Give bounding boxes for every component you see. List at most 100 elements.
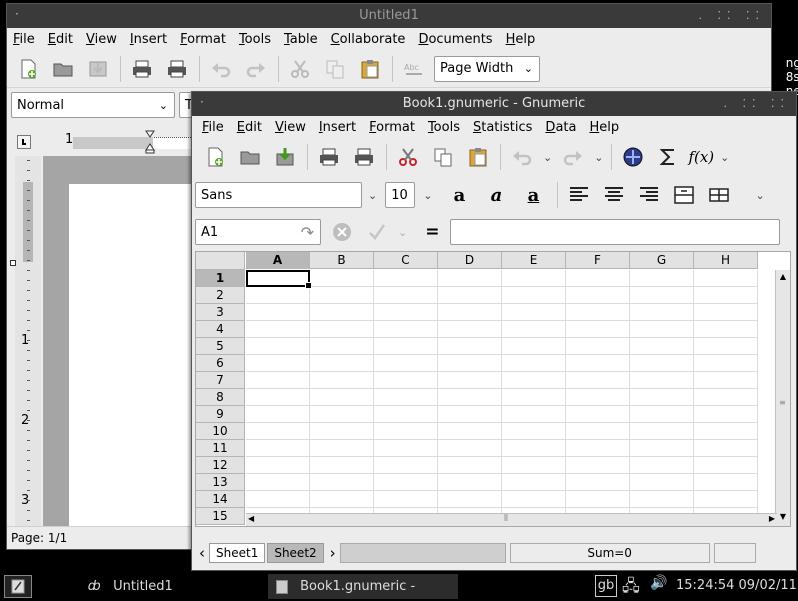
cell-d1[interactable]: [438, 270, 502, 287]
cell-a7[interactable]: [246, 372, 310, 389]
cell-d5[interactable]: [438, 338, 502, 355]
save-icon[interactable]: [270, 143, 300, 171]
cell-h9[interactable]: [694, 406, 758, 423]
bold-icon[interactable]: a: [444, 181, 474, 209]
clock[interactable]: 15:24:54 09/02/11: [676, 578, 797, 593]
cell-g4[interactable]: [630, 321, 694, 338]
abi-menu-insert[interactable]: Insert: [130, 32, 167, 47]
copy-icon[interactable]: [320, 55, 350, 83]
window-controls-icon[interactable]: . ⁚⁚ ⁚⁚: [724, 92, 790, 116]
row-header-7[interactable]: 7: [196, 372, 245, 389]
cell-h7[interactable]: [694, 372, 758, 389]
cell-h12[interactable]: [694, 457, 758, 474]
open-folder-icon[interactable]: [48, 55, 78, 83]
gnu-menu-edit[interactable]: Edit: [237, 120, 262, 135]
chevron-down-icon[interactable]: ⌄: [543, 151, 552, 164]
cell-f11[interactable]: [566, 440, 630, 457]
cell-a8[interactable]: [246, 389, 310, 406]
cell-a2[interactable]: [246, 287, 310, 304]
cell-h3[interactable]: [694, 304, 758, 321]
cell-d2[interactable]: [438, 287, 502, 304]
abi-menu-collaborate[interactable]: Collaborate: [331, 32, 406, 47]
cell-h14[interactable]: [694, 491, 758, 508]
cut-icon[interactable]: [393, 143, 423, 171]
gnu-menu-format[interactable]: Format: [369, 120, 415, 135]
cell-h2[interactable]: [694, 287, 758, 304]
cell-c1[interactable]: [374, 270, 438, 287]
cell-b4[interactable]: [310, 321, 374, 338]
chevron-down-icon[interactable]: ⌄: [594, 151, 603, 164]
cell-a5[interactable]: [246, 338, 310, 355]
print-preview-icon[interactable]: [162, 55, 192, 83]
cell-g12[interactable]: [630, 457, 694, 474]
cell-d12[interactable]: [438, 457, 502, 474]
row-header-13[interactable]: 13: [196, 474, 245, 491]
window-menu-icon[interactable]: ·: [200, 94, 204, 110]
print-icon[interactable]: [127, 55, 157, 83]
cell-c10[interactable]: [374, 423, 438, 440]
cell-b1[interactable]: [310, 270, 374, 287]
cell-b7[interactable]: [310, 372, 374, 389]
cell-c6[interactable]: [374, 355, 438, 372]
cell-g1[interactable]: [630, 270, 694, 287]
cell-b11[interactable]: [310, 440, 374, 457]
document-page[interactable]: [69, 184, 209, 529]
row-header-15[interactable]: 15: [196, 508, 245, 525]
cell-f9[interactable]: [566, 406, 630, 423]
scroll-up-icon[interactable]: ▲: [777, 272, 789, 286]
undo-icon[interactable]: [206, 55, 236, 83]
cell-h4[interactable]: [694, 321, 758, 338]
cell-f6[interactable]: [566, 355, 630, 372]
column-header-e[interactable]: E: [502, 252, 566, 269]
cell-e11[interactable]: [502, 440, 566, 457]
window-controls-icon[interactable]: . ⁚⁚ ⁚⁚: [699, 4, 765, 28]
cell-d11[interactable]: [438, 440, 502, 457]
cell-d14[interactable]: [438, 491, 502, 508]
merge-cells-icon[interactable]: [669, 181, 699, 209]
scroll-left-icon[interactable]: ◀: [248, 514, 254, 523]
chevron-down-icon[interactable]: ⌄: [398, 226, 407, 239]
cell-g9[interactable]: [630, 406, 694, 423]
cell-b14[interactable]: [310, 491, 374, 508]
cell-e10[interactable]: [502, 423, 566, 440]
row-header-12[interactable]: 12: [196, 457, 245, 474]
cell-f13[interactable]: [566, 474, 630, 491]
cell-b6[interactable]: [310, 355, 374, 372]
scroll-right-icon[interactable]: ▶: [769, 514, 775, 523]
cell-f2[interactable]: [566, 287, 630, 304]
cell-d10[interactable]: [438, 423, 502, 440]
scroll-grip-icon[interactable]: ⦀: [504, 514, 508, 524]
cell-a3[interactable]: [246, 304, 310, 321]
window-menu-icon[interactable]: ·: [15, 6, 19, 22]
cell-a14[interactable]: [246, 491, 310, 508]
cell-d7[interactable]: [438, 372, 502, 389]
cell-b8[interactable]: [310, 389, 374, 406]
chevron-down-icon[interactable]: ⌄: [755, 189, 764, 202]
column-header-h[interactable]: H: [694, 252, 758, 269]
cell-f5[interactable]: [566, 338, 630, 355]
cell-g5[interactable]: [630, 338, 694, 355]
accept-edit-icon[interactable]: [362, 218, 392, 246]
font-size-select[interactable]: 10: [385, 182, 416, 208]
cell-c11[interactable]: [374, 440, 438, 457]
cell-b2[interactable]: [310, 287, 374, 304]
row-header-5[interactable]: 5: [196, 338, 245, 355]
cell-c4[interactable]: [374, 321, 438, 338]
open-folder-icon[interactable]: [235, 143, 265, 171]
cell-a13[interactable]: [246, 474, 310, 491]
function-wizard-icon[interactable]: f(x): [688, 143, 714, 171]
margin-marker-icon[interactable]: [10, 260, 16, 266]
cell-reference-input[interactable]: A1 ↷: [195, 219, 321, 245]
gnumeric-titlebar[interactable]: · Book1.gnumeric - Gnumeric . ⁚⁚ ⁚⁚: [192, 92, 796, 116]
abi-menu-table[interactable]: Table: [284, 32, 318, 47]
spreadsheet-grid[interactable]: ABCDEFGH 1 2 3 4 5 6 7 8 9 10 11 12 13 14 15 ▲ ≡ ▼ ◀ ⦀…: [195, 251, 791, 527]
cell-b5[interactable]: [310, 338, 374, 355]
font-name-select[interactable]: Sans: [195, 182, 362, 208]
cell-c7[interactable]: [374, 372, 438, 389]
cut-icon[interactable]: [285, 55, 315, 83]
tab-stop-icon[interactable]: [17, 135, 31, 149]
paste-icon[interactable]: [463, 143, 493, 171]
abi-menu-help[interactable]: Help: [506, 32, 536, 47]
cell-e13[interactable]: [502, 474, 566, 491]
align-left-icon[interactable]: [564, 181, 594, 209]
